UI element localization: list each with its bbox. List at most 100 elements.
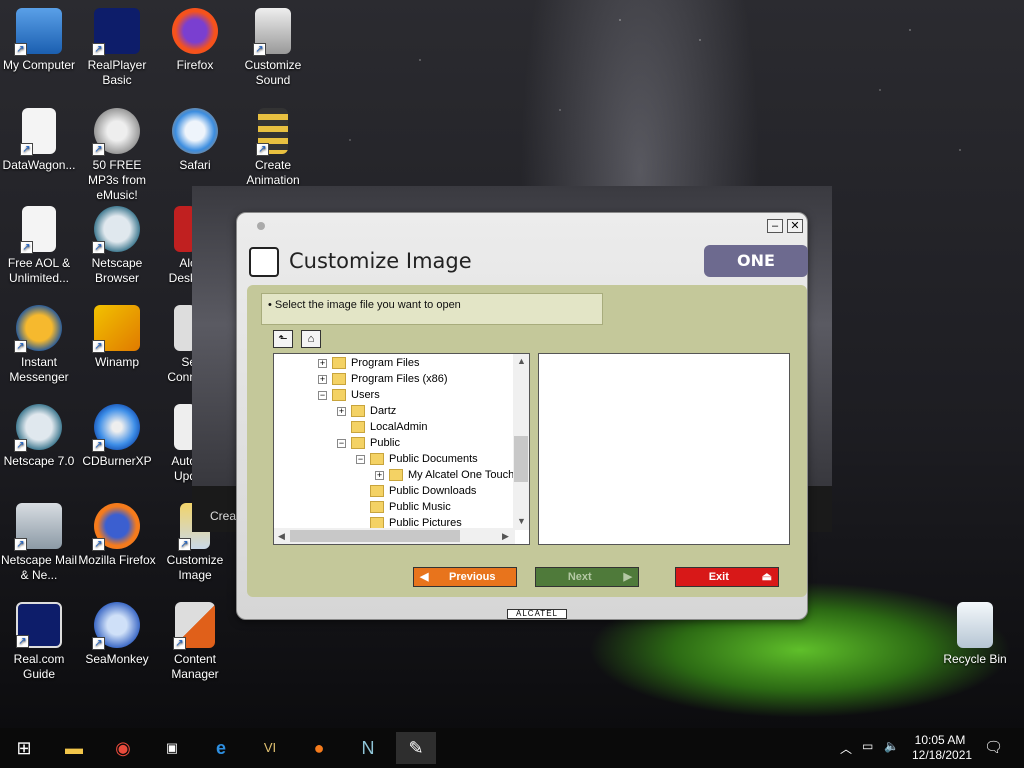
volume-icon[interactable]: 🔈 xyxy=(884,739,899,753)
customize-image-dialog[interactable]: – ✕ Customize Image ONE TOUCH • Select t… xyxy=(236,212,808,620)
desktop-icon-free-aol[interactable]: ↗ Free AOL & Unlimited... xyxy=(0,206,78,286)
dialog-title: Customize Image xyxy=(289,249,472,273)
eject-icon: ⏏ xyxy=(761,571,772,583)
tree-item-users[interactable]: − Users xyxy=(318,387,380,403)
aim-running-man-icon: ↗ xyxy=(14,305,62,353)
dialog-titlebar[interactable]: – ✕ xyxy=(237,213,807,235)
minimize-button[interactable]: – xyxy=(767,219,783,233)
next-button[interactable]: Next ▶ xyxy=(535,567,639,587)
desktop-icon-content-manager[interactable]: ↗ Content Manager xyxy=(156,602,234,682)
desktop-icon-se-conn[interactable]: Se Conn xyxy=(156,305,196,385)
scroll-down-icon[interactable]: ▼ xyxy=(517,516,526,526)
instruction-text: • Select the image file you want to open xyxy=(261,293,603,325)
tree-vertical-scrollbar[interactable]: ▲ ▼ xyxy=(513,354,529,530)
tree-item-my-alcatel-one-touch[interactable]: + My Alcatel One Touch xyxy=(375,467,514,483)
netscape-mail-icon: ↗ xyxy=(14,503,62,551)
tree-item-public-downloads[interactable]: Public Downloads xyxy=(370,483,476,499)
desktop-icon-mozilla-firefox[interactable]: ↗ Mozilla Firefox xyxy=(78,503,156,568)
desktop-icon-auto-upd[interactable]: Auto Upd xyxy=(156,404,196,484)
tree-item-public[interactable]: − Public xyxy=(337,435,400,451)
collapse-icon[interactable]: − xyxy=(356,454,365,464)
real-guide-icon: ↗ xyxy=(16,602,62,648)
scroll-thumb[interactable] xyxy=(514,436,528,482)
desktop-icon-safari[interactable]: Safari xyxy=(156,108,234,173)
desktop-icon-customize-sound[interactable]: ↗ Customize Sound xyxy=(234,8,312,88)
desktop-icon-netscape-7[interactable]: ↗ Netscape 7.0 xyxy=(0,404,78,469)
notification-icon[interactable]: 🗨 xyxy=(984,738,1003,756)
computer-icon: ↗ xyxy=(14,8,62,56)
expand-icon[interactable]: + xyxy=(375,470,384,480)
expand-icon[interactable]: + xyxy=(318,358,327,368)
firefox-icon[interactable]: ● xyxy=(299,732,339,764)
recycle-bin-icon xyxy=(957,602,993,648)
desktop-icon-seamonkey[interactable]: ↗ SeaMonkey xyxy=(78,602,156,667)
next-arrow-icon: ▶ xyxy=(623,571,632,583)
desktop-icon-alc-desk[interactable]: Alc Desk xyxy=(156,206,196,286)
folder-icon xyxy=(332,389,346,402)
terminal-icon[interactable]: ▣ xyxy=(152,732,192,764)
tree-item-dartz[interactable]: + Dartz xyxy=(337,403,396,419)
close-button[interactable]: ✕ xyxy=(787,219,803,233)
desktop-icon-emusic[interactable]: ↗ 50 FREE MP3s from eMusic! xyxy=(78,108,156,203)
file-explorer-icon[interactable]: ▬ xyxy=(54,732,94,764)
desktop-icon-instant-messenger[interactable]: ↗ Instant Messenger xyxy=(0,305,78,385)
tree-item-program-files-x86[interactable]: + Program Files (x86) xyxy=(318,371,448,387)
netscape-icon[interactable]: N xyxy=(348,732,388,764)
desktop-icon-netscape-mail[interactable]: ↗ Netscape Mail & Ne... xyxy=(0,503,78,583)
speaker-icon: ↗ xyxy=(253,8,291,56)
collapse-icon[interactable]: − xyxy=(318,390,327,400)
film-strip-icon: ↗ xyxy=(256,108,288,156)
cd-icon: ↗ xyxy=(92,404,140,452)
expand-icon[interactable]: + xyxy=(318,374,327,384)
customize-image-taskbar-icon[interactable]: ✎ xyxy=(396,732,436,764)
folder-icon xyxy=(370,485,384,498)
expand-icon[interactable]: + xyxy=(337,406,346,416)
folder-icon xyxy=(351,437,365,450)
brand-badge: ONE TOUCH xyxy=(704,245,808,302)
tree-item-public-documents[interactable]: − Public Documents xyxy=(356,451,478,467)
chrome-icon[interactable]: ◉ xyxy=(103,732,143,764)
firefox-icon xyxy=(172,8,218,54)
scroll-right-icon[interactable]: ▶ xyxy=(502,531,509,542)
folder-icon xyxy=(351,421,365,434)
window-dot-icon xyxy=(257,222,265,230)
tray-chevron-icon[interactable]: ︿ xyxy=(840,740,852,757)
scroll-left-icon[interactable]: ◀ xyxy=(278,531,285,542)
tree-item-localadmin[interactable]: LocalAdmin xyxy=(351,419,427,435)
folder-icon xyxy=(351,405,365,418)
up-folder-button[interactable]: ⬑ xyxy=(273,330,293,348)
previous-arrow-icon: ◀ xyxy=(420,571,429,583)
internet-explorer-icon[interactable]: e xyxy=(201,732,241,764)
desktop-icon-datawagon[interactable]: ↗ DataWagon... xyxy=(0,108,78,173)
collapse-icon[interactable]: − xyxy=(337,438,346,448)
desktop-icon-create-animation[interactable]: ↗ Create Animation xyxy=(234,108,312,188)
desktop-icon-netscape-browser[interactable]: ↗ Netscape Browser xyxy=(78,206,156,286)
seamonkey-icon: ↗ xyxy=(92,602,140,650)
folder-icon xyxy=(389,469,403,482)
network-icon[interactable]: ▭ xyxy=(862,739,873,753)
v1-icon[interactable]: VI xyxy=(250,732,290,764)
tree-item-public-music[interactable]: Public Music xyxy=(370,499,451,515)
netscape-icon: ↗ xyxy=(92,206,140,254)
desktop-icon-firefox[interactable]: Firefox xyxy=(156,8,234,73)
safari-compass-icon xyxy=(172,108,218,154)
desktop-icon-realplayer[interactable]: ↗ RealPlayer Basic xyxy=(78,8,156,88)
previous-button[interactable]: ◀ Previous xyxy=(413,567,517,587)
desktop-icon-winamp[interactable]: ↗ Winamp xyxy=(78,305,156,370)
start-icon[interactable]: ⊞ xyxy=(4,732,44,764)
desktop-icon-cdburnerxp[interactable]: ↗ CDBurnerXP xyxy=(78,404,156,469)
scroll-up-icon[interactable]: ▲ xyxy=(517,356,526,366)
content-manager-icon: ↗ xyxy=(173,602,215,650)
customize-image-icon xyxy=(249,247,279,277)
folder-icon xyxy=(370,501,384,514)
scroll-thumb[interactable] xyxy=(290,530,460,542)
exit-button[interactable]: Exit ⏏ xyxy=(675,567,779,587)
tree-item-program-files[interactable]: + Program Files xyxy=(318,355,419,371)
clock[interactable]: 10:05 AM 12/18/2021 xyxy=(912,733,972,763)
desktop-icon-my-computer[interactable]: ↗ My Computer xyxy=(0,8,78,73)
folder-tree[interactable]: + Program Files + Program Files (x86) − Use… xyxy=(273,353,530,545)
desktop-icon-recycle-bin[interactable]: Recycle Bin xyxy=(936,602,1014,667)
desktop-icon-real-guide[interactable]: ↗ Real.com Guide xyxy=(0,602,78,682)
home-button[interactable]: ⌂ xyxy=(301,330,321,348)
tree-horizontal-scrollbar[interactable]: ◀ ▶ xyxy=(274,528,515,544)
